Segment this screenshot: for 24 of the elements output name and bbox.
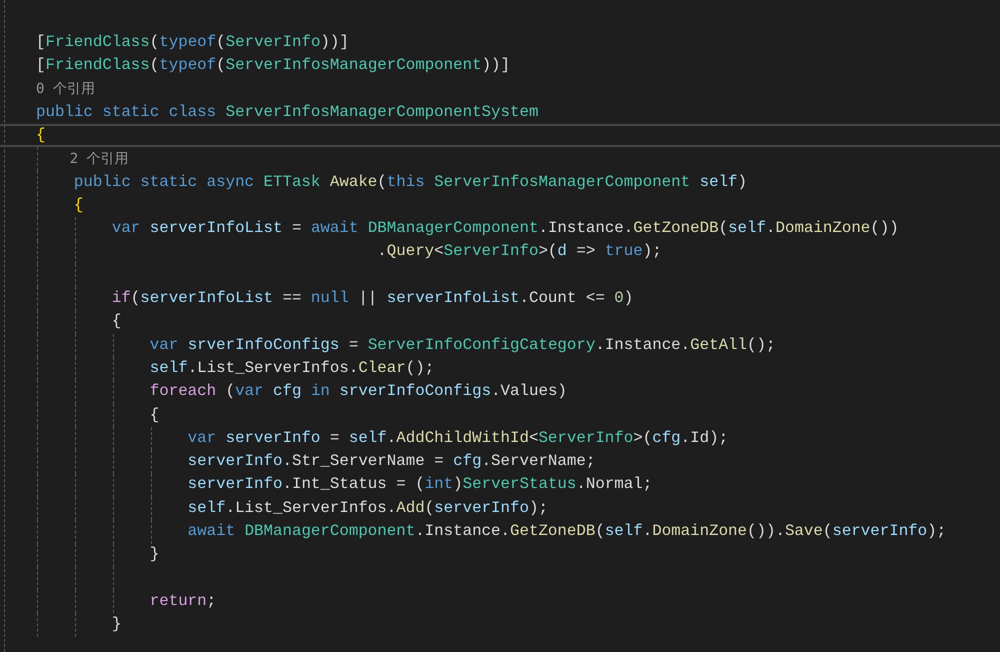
code-line: public static async ETTask Awake(this ServerInfosManagerComponent self) xyxy=(72,172,748,193)
code-line: serverInfo.Int_Status = (int)ServerStatus.Normal; xyxy=(186,474,652,496)
reference-count-link[interactable]: 0 个引用 xyxy=(36,78,95,100)
code-line: { xyxy=(110,311,122,332)
code-line: { xyxy=(148,404,160,426)
code-line: var serverInfoList = await DBManagerComponent.Instance.GetZoneDB(self.DomainZone()) xyxy=(110,218,899,240)
code-line: } xyxy=(148,544,160,566)
code-line: return; xyxy=(148,590,216,612)
reference-count-link[interactable]: 2 个引用 xyxy=(36,148,129,170)
code-line: var srverInfoConfigs = ServerInfoConfigCategory.Instance.GetAll(); xyxy=(148,334,776,356)
code-line: self.List_ServerInfos.Clear(); xyxy=(148,358,434,379)
code-line: [FriendClass(typeof(ServerInfo))] xyxy=(36,32,349,53)
code-line: if(serverInfoList == null || serverInfoList.Count <= 0) xyxy=(110,288,634,310)
code-line: var serverInfo = self.AddChildWithId<ServerInfo>(cfg.Id); xyxy=(186,428,728,449)
code-line: { xyxy=(36,125,46,146)
code-line: foreach (var cfg in srverInfoConfigs.Values) xyxy=(148,381,567,402)
code-line: { xyxy=(72,194,84,216)
code-line: [FriendClass(typeof(ServerInfosManagerComponent))] xyxy=(36,55,510,76)
code-line: } xyxy=(110,614,122,636)
code-line: public static class ServerInfosManagerComponentSystem xyxy=(36,102,538,123)
code-line: self.List_ServerInfos.Add(serverInfo); xyxy=(186,498,548,519)
code-line: .Query<ServerInfo>(d => true); xyxy=(376,241,662,262)
code-line: serverInfo.Str_ServerName = cfg.ServerName; xyxy=(186,451,596,472)
code-line: await DBManagerComponent.Instance.GetZoneDB(self.DomainZone()).Save(serverInfo); xyxy=(186,521,946,542)
